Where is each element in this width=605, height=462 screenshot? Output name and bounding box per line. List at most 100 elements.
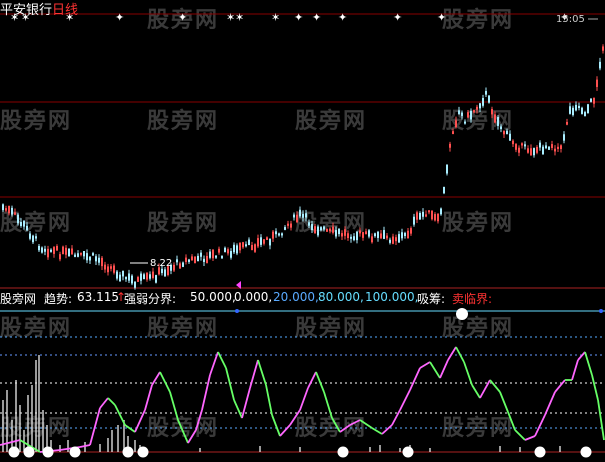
candle-body	[431, 210, 433, 220]
absorb-signal-dot	[137, 446, 149, 458]
oscillator-segment	[391, 409, 401, 426]
candle-body	[236, 245, 238, 254]
candle-body	[395, 237, 397, 242]
candle-body	[44, 248, 46, 252]
absorb-signal-dot	[402, 446, 414, 458]
candle-body	[38, 245, 40, 251]
oscillator-segment	[257, 359, 267, 386]
candle-body	[518, 147, 520, 153]
candle-body	[413, 216, 415, 225]
signal-dot	[235, 309, 239, 313]
candle-body	[275, 231, 277, 235]
candle-body	[194, 256, 196, 264]
candle-body	[53, 247, 55, 254]
candle-body	[404, 232, 406, 237]
candle-body	[353, 236, 355, 241]
candle-body	[569, 106, 571, 114]
candle-body	[524, 144, 526, 147]
candle-body	[296, 214, 298, 223]
candle-body	[602, 46, 604, 51]
candle-body	[269, 239, 271, 246]
candle-body	[32, 235, 34, 243]
sell-label: 卖临界:	[452, 292, 493, 306]
candle-body	[80, 252, 82, 255]
absorb-signal-dot	[23, 446, 35, 458]
oscillator-segment	[544, 391, 556, 416]
candle-body	[368, 230, 370, 237]
candle-body	[566, 121, 568, 125]
candle-body	[341, 233, 343, 237]
candle-body	[260, 237, 262, 245]
candle-body	[266, 237, 268, 240]
candle-body	[29, 233, 31, 239]
candle-body	[161, 268, 163, 274]
candle-body	[467, 112, 469, 118]
candle-body	[173, 264, 175, 271]
absorb-signal-dot	[69, 446, 81, 458]
candle-body	[407, 230, 409, 239]
oscillator-segment	[307, 371, 317, 389]
level-4: 80.000,	[318, 290, 364, 304]
candle-body	[14, 212, 16, 215]
candle-body	[290, 223, 292, 228]
candlestick-chart[interactable]: ✶ ✶ ✶ ✦ ✦ ✶ ✶ ✶ ✦ ✦ ✦ ✦ ✦ ✦15:058.22	[0, 0, 605, 462]
oscillator-segment	[471, 384, 481, 399]
candle-body	[47, 248, 49, 258]
candle-body	[110, 266, 112, 269]
oscillator-segment	[409, 367, 421, 391]
candle-body	[521, 143, 523, 146]
candle-body	[482, 97, 484, 106]
candle-body	[479, 103, 481, 109]
chart-stage[interactable]: 股旁网 股旁网 股旁网 股旁网 股旁网 股旁网 股旁网 股旁网 股旁网 股旁网 …	[0, 0, 605, 462]
candle-body	[416, 212, 418, 220]
oscillator-segment	[144, 384, 153, 411]
candle-body	[572, 107, 574, 116]
event-marker-icon: ✶	[235, 11, 244, 24]
oscillator-segment	[323, 391, 333, 419]
candle-body	[89, 256, 91, 261]
candle-body	[26, 225, 28, 231]
candle-body	[98, 257, 100, 263]
candle-body	[107, 266, 109, 273]
candle-body	[362, 232, 364, 238]
candle-body	[533, 148, 535, 156]
candle-body	[242, 242, 244, 248]
candle-body	[581, 107, 583, 114]
candle-body	[461, 112, 463, 116]
oscillator-segment	[79, 444, 91, 448]
absorb-signal-dot	[580, 446, 592, 458]
candle-body	[209, 251, 211, 258]
oscillator-segment	[499, 391, 509, 413]
candle-body	[539, 142, 541, 148]
candle-body	[587, 104, 589, 114]
candle-body	[272, 231, 274, 239]
event-marker-icon: ✦	[115, 11, 124, 24]
candle-body	[560, 145, 562, 149]
candle-body	[530, 148, 532, 156]
candle-body	[332, 226, 334, 233]
candle-body	[311, 224, 313, 231]
candle-body	[578, 105, 580, 108]
oscillator-segment	[233, 399, 243, 419]
event-marker-icon: ✦	[393, 11, 402, 24]
candle-body	[128, 273, 130, 281]
candle-body	[422, 211, 424, 217]
candle-body	[35, 236, 37, 239]
candle-body	[575, 104, 577, 111]
candle-body	[596, 79, 598, 87]
candle-body	[8, 205, 10, 214]
candle-body	[245, 244, 247, 247]
candle-body	[101, 257, 103, 267]
candle-body	[563, 134, 565, 141]
candle-body	[293, 214, 295, 218]
candle-body	[338, 228, 340, 235]
candle-body	[2, 204, 4, 211]
oscillator-segment	[279, 424, 291, 437]
candle-body	[599, 61, 601, 69]
level-1: 50.000,	[190, 290, 236, 304]
candle-body	[509, 133, 511, 141]
absorb-signal-dot	[8, 446, 20, 458]
oscillator-segment	[455, 346, 465, 363]
candle-body	[146, 272, 148, 280]
candle-body	[398, 234, 400, 243]
